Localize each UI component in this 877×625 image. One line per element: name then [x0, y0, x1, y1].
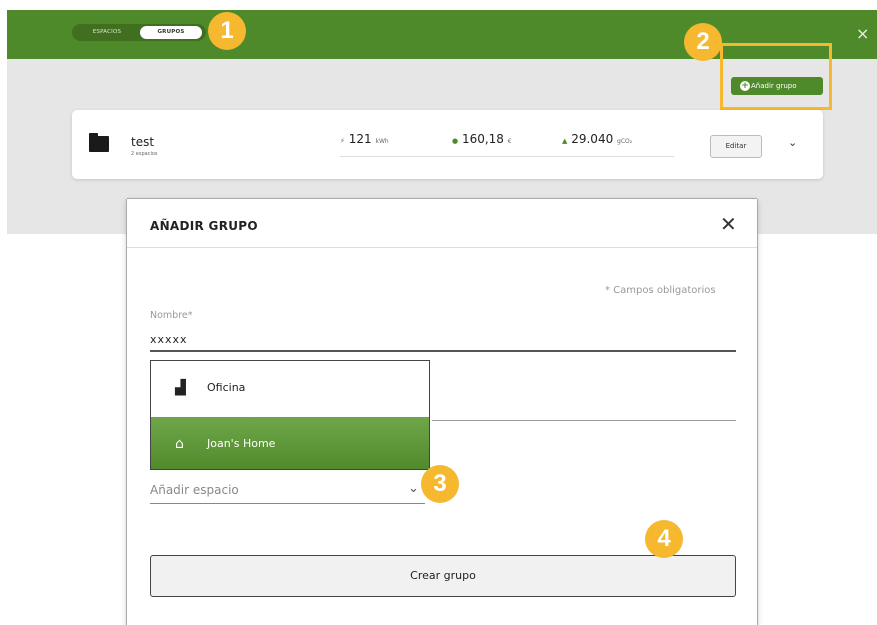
edit-button[interactable]: Editar [710, 135, 762, 158]
required-note: * Campos obligatorios [605, 285, 716, 296]
close-icon[interactable]: × [856, 24, 869, 43]
group-subtitle: 2 espacios [131, 151, 158, 157]
add-space-underline [150, 503, 425, 504]
modal-close-icon[interactable]: ✕ [720, 212, 737, 236]
add-group-label: Añadir grupo [751, 82, 797, 90]
step-badge-4: 4 [645, 520, 683, 558]
name-label: Nombre* [150, 310, 193, 321]
space-dropdown-list: ▟ Oficina ⌂ Joan's Home [150, 360, 430, 470]
cost-unit: € [507, 138, 512, 145]
home-icon: ⌂ [175, 436, 184, 452]
energy-unit: kWh [375, 138, 389, 145]
co2-metric: ▲ 29.040 gCO₂ [562, 132, 632, 146]
dropdown-option-joans-home[interactable]: ⌂ Joan's Home [151, 417, 429, 469]
add-group-modal: AÑADIR GRUPO ✕ * Campos obligatorios Nom… [127, 199, 757, 625]
metric-divider [340, 156, 674, 157]
cost-value: 160,18 [461, 132, 504, 146]
hidden-field-underline [432, 420, 736, 421]
step-badge-1: 1 [208, 12, 246, 50]
tab-espacios[interactable]: ESPACIOS [76, 26, 138, 39]
view-toggle: ESPACIOS GRUPOS [72, 24, 206, 41]
co2-unit: gCO₂ [617, 138, 633, 145]
energy-icon: ⚡ [340, 137, 345, 145]
step-badge-3: 3 [421, 465, 459, 503]
option-label: Oficina [207, 381, 246, 394]
cost-icon: ● [452, 137, 459, 145]
co2-value: 29.040 [571, 132, 614, 146]
dropdown-option-oficina[interactable]: ▟ Oficina [151, 361, 429, 415]
modal-divider [127, 247, 757, 248]
chevron-down-icon[interactable]: ⌄ [788, 136, 797, 149]
create-group-button[interactable]: Crear grupo [150, 555, 736, 597]
group-name: test [131, 135, 155, 149]
group-card: test 2 espacios ⚡ 121 kWh ● 160,18 € ▲ 2… [72, 110, 823, 179]
add-group-button[interactable]: + Añadir grupo [731, 77, 823, 95]
add-space-select[interactable]: Añadir espacio [150, 483, 239, 497]
energy-metric: ⚡ 121 kWh [340, 132, 389, 146]
folder-icon [89, 133, 109, 152]
option-label: Joan's Home [207, 437, 276, 450]
energy-value: 121 [348, 132, 372, 146]
building-icon: ▟ [175, 380, 186, 396]
cost-metric: ● 160,18 € [452, 132, 512, 146]
plus-circle-icon: + [740, 81, 750, 91]
name-field-underline [150, 350, 736, 352]
tab-grupos[interactable]: GRUPOS [140, 26, 202, 39]
leaf-icon: ▲ [562, 137, 568, 145]
modal-title: AÑADIR GRUPO [150, 219, 258, 233]
chevron-down-icon[interactable]: ⌄ [408, 481, 419, 496]
step-badge-2: 2 [684, 23, 722, 61]
name-field[interactable]: xxxxx [150, 333, 188, 346]
